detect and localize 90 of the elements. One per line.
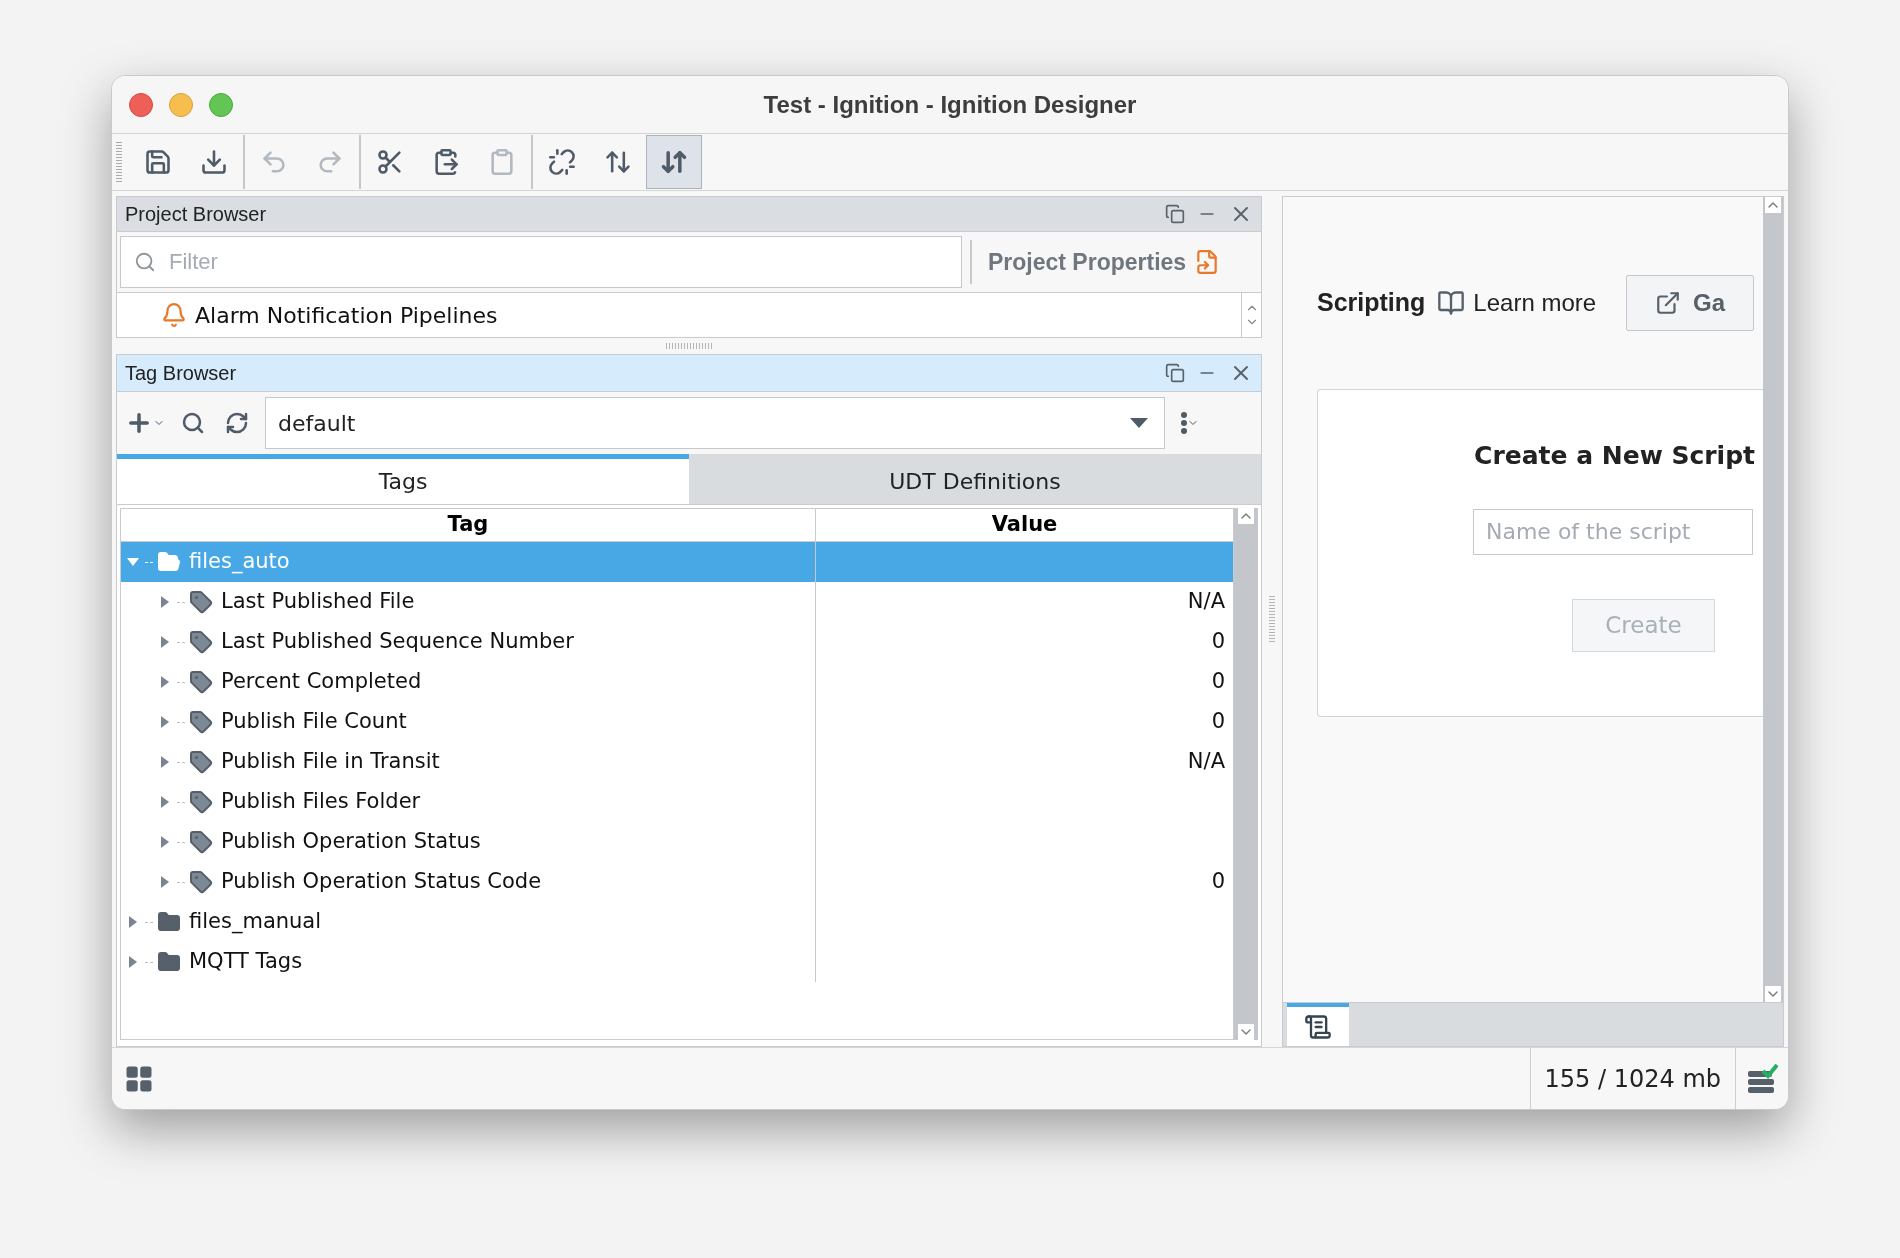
minimize-window-icon[interactable] — [169, 93, 193, 117]
tag-icon — [189, 750, 213, 774]
tag-value: 0 — [1211, 708, 1225, 736]
server-check-icon[interactable] — [1746, 1062, 1778, 1095]
tag-value: 0 — [1211, 668, 1225, 696]
arrows-icon — [604, 148, 632, 176]
restore-icon[interactable] — [1165, 204, 1185, 224]
scroll-up-icon[interactable] — [1765, 197, 1781, 213]
tree-label: Publish Operation Status Code — [221, 868, 542, 896]
save-icon — [144, 148, 172, 176]
project-properties-button[interactable]: Project Properties — [980, 244, 1229, 280]
tree-row[interactable]: files_manual — [121, 902, 1233, 942]
more-icon — [1181, 412, 1187, 434]
folder-icon — [157, 950, 181, 974]
tag-icon — [189, 790, 213, 814]
tree-label: Publish File in Transit — [221, 748, 440, 776]
script-name-field[interactable]: Name of the script — [1473, 508, 1753, 555]
clipboard-icon — [488, 148, 516, 176]
tree-row[interactable]: Alarm Notification Pipelines — [117, 293, 498, 337]
tag-value: N/A — [1187, 588, 1225, 616]
folder-icon — [157, 550, 181, 574]
card-title: Create a New Script — [1474, 440, 1755, 472]
tree-row[interactable]: Last Published File N/A — [121, 582, 1233, 622]
tree-row[interactable]: Percent Completed 0 — [121, 662, 1233, 702]
tag-icon — [189, 590, 213, 614]
tree-label: Percent Completed — [221, 668, 422, 696]
dropdown-arrow-icon — [1130, 418, 1148, 428]
gallery-button[interactable]: Ga — [1626, 275, 1755, 331]
scrollbar[interactable] — [1234, 508, 1258, 1040]
tree-label: Publish File Count — [221, 708, 407, 736]
close-window-icon[interactable] — [129, 93, 153, 117]
zoom-window-icon[interactable] — [209, 93, 233, 117]
scrollbar[interactable] — [1763, 197, 1783, 1002]
tag-icon — [189, 870, 213, 894]
tag-value: 0 — [1211, 868, 1225, 896]
memory-usage: 155 / 1024 mb — [1543, 1063, 1722, 1095]
tree-label: MQTT Tags — [189, 948, 303, 976]
unlink-icon — [548, 148, 576, 176]
tag-value: 0 — [1211, 628, 1225, 656]
tree-label: Last Published Sequence Number — [221, 628, 574, 656]
script-tab[interactable] — [1287, 1003, 1349, 1046]
tab[interactable]: Tags — [117, 454, 689, 504]
paste-icon — [432, 148, 460, 176]
download-icon — [200, 148, 228, 176]
tag-icon — [189, 830, 213, 854]
scroll-up-icon[interactable] — [1238, 508, 1254, 524]
tree-label: Last Published File — [221, 588, 415, 616]
tree-label: files_manual — [189, 908, 322, 936]
scissors-icon — [376, 148, 404, 176]
window-title: Test - Ignition - Ignition Designer — [763, 89, 1137, 120]
refresh-icon[interactable] — [225, 411, 249, 435]
tree-label: Publish Files Folder — [221, 788, 421, 816]
tree-label: Publish Operation Status — [221, 828, 481, 856]
script-icon — [1304, 1012, 1332, 1041]
book-icon — [1437, 289, 1466, 317]
search-icon[interactable] — [181, 411, 205, 435]
tree-row[interactable]: Publish File in Transit N/A — [121, 742, 1233, 782]
folder-icon — [157, 910, 181, 934]
tree-label: files_auto — [189, 548, 290, 576]
tab[interactable]: UDT Definitions — [689, 454, 1261, 504]
learn-more-link[interactable]: Learn more — [1437, 285, 1597, 321]
restore-icon[interactable] — [1165, 363, 1185, 383]
tree-row[interactable]: MQTT Tags — [121, 942, 1233, 982]
tag-icon — [189, 670, 213, 694]
section-title: Scripting — [1317, 287, 1426, 319]
panel-title: Project Browser — [124, 202, 267, 227]
filter-field[interactable]: Filter — [120, 236, 962, 288]
bell-icon — [161, 302, 187, 328]
scroll-down-icon[interactable] — [1765, 986, 1781, 1002]
external-link-icon — [1655, 290, 1682, 316]
tree-row[interactable]: Last Published Sequence Number 0 — [121, 622, 1233, 662]
undo-icon — [260, 148, 288, 176]
tree-row[interactable]: Publish Operation Status Code 0 — [121, 862, 1233, 902]
redo-icon — [316, 148, 344, 176]
panel-title: Tag Browser — [124, 361, 237, 386]
arrows-icon — [660, 148, 688, 176]
column-header[interactable]: Value — [816, 509, 1233, 541]
tag-icon — [189, 630, 213, 654]
toolbar-button[interactable] — [646, 135, 702, 189]
search-icon — [134, 251, 156, 273]
tree-label: Alarm Notification Pipelines — [195, 301, 498, 330]
tag-icon — [189, 710, 213, 734]
tag-value: N/A — [1187, 748, 1225, 776]
provider-dropdown[interactable]: default — [265, 397, 1165, 449]
scroll-down-icon[interactable] — [1238, 1024, 1254, 1040]
more-options-button[interactable] — [1181, 412, 1199, 434]
tree-row[interactable]: Publish File Count 0 — [121, 702, 1233, 742]
tree-row[interactable]: Publish Operation Status — [121, 822, 1233, 862]
column-header[interactable]: Tag — [121, 509, 816, 541]
tree-row[interactable]: Publish Files Folder — [121, 782, 1233, 822]
